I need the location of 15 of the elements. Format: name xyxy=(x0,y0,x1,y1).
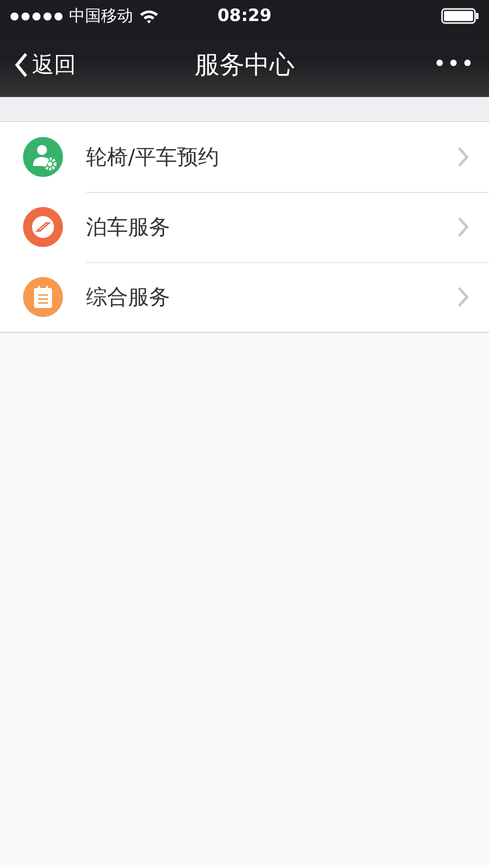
chevron-icon xyxy=(457,216,469,238)
page-title: 服务中心 xyxy=(194,49,294,81)
carrier-name: 中国移动 xyxy=(69,6,133,26)
service-item[interactable]: 泊车服务 xyxy=(0,192,489,262)
back-button[interactable]: 返回 xyxy=(14,50,76,80)
signal-icon xyxy=(10,12,63,20)
wifi-icon xyxy=(139,8,159,24)
chevron-icon xyxy=(457,286,469,308)
clock-time: 08:29 xyxy=(217,6,272,26)
battery-icon xyxy=(441,8,479,24)
service-item[interactable]: 轮椅/平车预约 xyxy=(0,122,489,192)
more-button[interactable]: ••• xyxy=(433,52,475,77)
service-item[interactable]: 综合服务 xyxy=(0,262,489,332)
back-chevron-icon xyxy=(14,52,28,78)
chevron-icon xyxy=(457,146,469,168)
